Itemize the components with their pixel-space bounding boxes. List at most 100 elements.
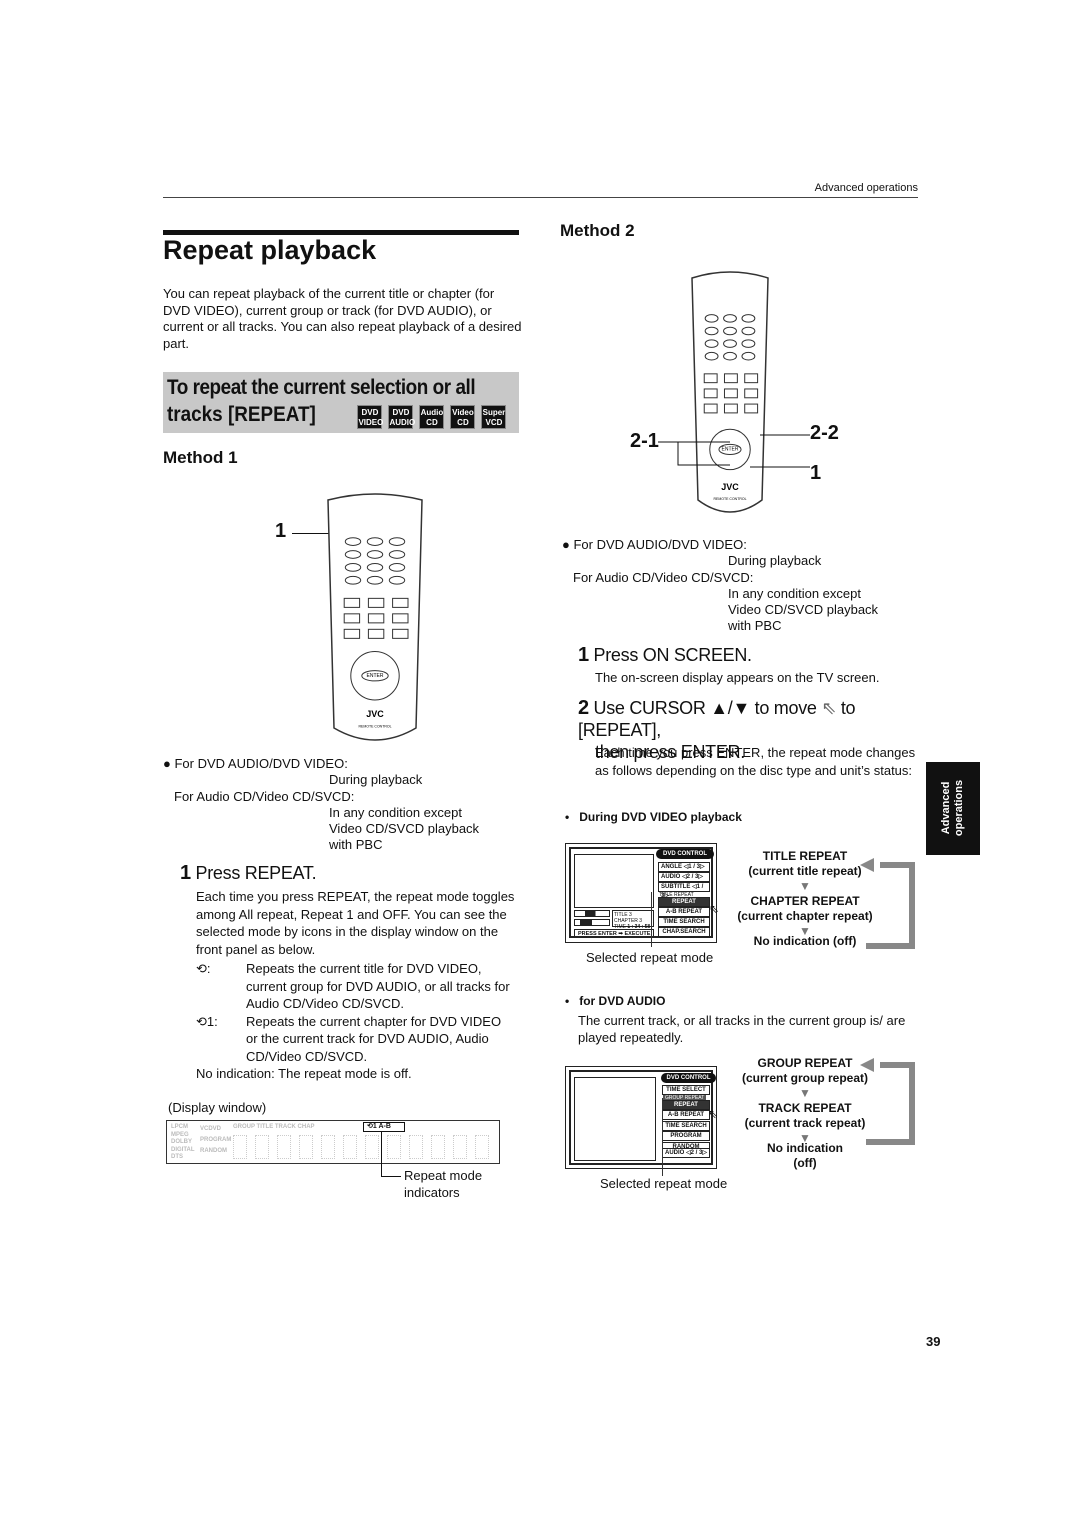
number-button [366, 537, 384, 546]
transport-button [392, 628, 409, 639]
number-button [723, 351, 737, 361]
icon-desc: Repeats the current chapter for DVD VIDE… [246, 1013, 502, 1064]
number-button [723, 326, 737, 336]
method1-heading: Method 1 [163, 448, 238, 467]
display-segment [387, 1135, 401, 1159]
method1-para: Each time you press REPEAT, the repeat m… [196, 889, 515, 957]
dvd-video-heading: • During DVD VIDEO playback [565, 810, 742, 824]
transport-button [392, 597, 409, 608]
transport-button [367, 597, 385, 608]
number-button [723, 314, 737, 323]
page-number: 39 [926, 1334, 941, 1349]
dvd-audio-desc: The current track, or all tracks in the … [578, 1013, 906, 1045]
loop-arrow [860, 858, 915, 949]
number-button [344, 575, 362, 585]
disc-badge: Video CD [450, 404, 476, 429]
indicator-line-h [381, 1176, 401, 1177]
number-button [704, 314, 719, 323]
condition-cd-when: In any condition except [329, 805, 462, 820]
dvd-control-osd-video: DVD CONTROL ANGLE ◁1 / 3▷ AUDIO ◁2 / 3▷ SU… [565, 843, 719, 943]
osd-title: DVD CONTROL [656, 849, 714, 859]
osd-button: A-B REPEAT [658, 907, 710, 917]
number-button [388, 550, 406, 559]
pointer-icon: ⇖ [821, 698, 837, 718]
display-segment [475, 1135, 489, 1159]
subsection-title-line2: tracks [REPEAT] [167, 403, 316, 426]
osd-bar [574, 910, 610, 917]
number-button [741, 314, 756, 323]
caption-line [662, 1098, 663, 1176]
dvd-audio-heading: • for DVD AUDIO [565, 994, 666, 1008]
number-button [704, 351, 719, 361]
method1-conditions: ● For DVD AUDIO/DVD VIDEO: During playba… [163, 756, 480, 852]
remote-control-illustration: ENTERJVCREMOTE CONTROL [691, 271, 769, 513]
number-button [741, 339, 756, 348]
condition-dvd-when: During playback [728, 553, 822, 568]
method2-heading: Method 2 [560, 221, 635, 240]
osd-menu-item: AUDIO ◁2 / 3▷ [658, 872, 710, 882]
condition-dvd: For DVD AUDIO/DVD VIDEO: [174, 756, 348, 771]
remote-label: REMOTE CONTROL [358, 724, 391, 728]
osd-button: TIME SEARCH [662, 1120, 710, 1131]
audio-setting: AUDIO ◁2 / 3▷ [662, 1148, 710, 1158]
display-indicator: MPEG [171, 1131, 189, 1138]
transport-button [367, 628, 385, 639]
jvc-logo: JVC [721, 482, 739, 492]
transport-button [744, 388, 759, 399]
number-button [366, 563, 384, 572]
transport-button [723, 388, 738, 399]
osd-bar [574, 919, 610, 926]
step1-desc: The on-screen display appears on the TV … [595, 670, 880, 685]
transport-button [723, 373, 738, 384]
osd-caption: Selected repeat mode [600, 1176, 728, 1191]
osd-footer: PRESS ENTER ➡ EXECUTE [574, 929, 654, 938]
condition-cd-when3: with PBC [329, 837, 383, 852]
disc-badge: Audio CD [419, 404, 445, 429]
number-button [741, 351, 756, 361]
transport-button [744, 403, 759, 414]
osd-button: REPEAT [658, 897, 710, 907]
repeat-one-icon: ⟲1: [196, 1013, 218, 1029]
transport-button [723, 403, 738, 414]
condition-dvd: For DVD AUDIO/DVD VIDEO: [573, 537, 747, 552]
display-indicator: DOLBY [171, 1139, 192, 1145]
osd-preview [574, 854, 654, 908]
running-header: Advanced operations [814, 182, 918, 194]
osd-button: REPEAT [662, 1099, 710, 1110]
repeat-all-icon: ⟲: [196, 961, 211, 976]
osd-button: TIME SEARCH [658, 917, 710, 927]
display-indicator: DTS [171, 1154, 183, 1160]
number-button [366, 575, 384, 585]
remote-control-illustration: ENTERJVCREMOTE CONTROL [327, 493, 423, 741]
header-rule [163, 197, 918, 198]
condition-cd-when2: Video CD/SVCD playback [728, 602, 879, 617]
display-segment [343, 1135, 357, 1159]
indicator-caption: Repeat mode indicators [404, 1168, 483, 1200]
display-segment [255, 1135, 269, 1159]
display-segment [431, 1135, 445, 1159]
page-title: Repeat playback [163, 235, 377, 265]
step-text: Use CURSOR ▲/▼ to move [593, 698, 817, 718]
method2-step1: 1 Press ON SCREEN. [578, 644, 752, 666]
condition-dvd-when: During playback [329, 772, 423, 787]
subsection-heading-box: To repeat the current selection or all t… [163, 372, 519, 433]
loop-arrow [860, 1058, 915, 1145]
osd-menu-item: ANGLE ◁1 / 3▷ [658, 862, 710, 872]
display-segment [453, 1135, 467, 1159]
number-button [344, 563, 362, 572]
display-segment [233, 1135, 247, 1159]
osd-preview [574, 1077, 656, 1161]
intro-text: You can repeat playback of the current t… [163, 286, 522, 351]
callout-lines [658, 434, 810, 468]
disc-badge: DVD VIDEO [357, 404, 383, 429]
osd-status: TITLE 3 CHAPTER 3 TIME 1 : 34 : 58 [612, 910, 654, 930]
transport-button [744, 373, 759, 384]
osd-menu-item: SUBTITLE ◁1 / 3▷ [658, 882, 710, 899]
step-text: Press ON SCREEN. [593, 645, 753, 665]
display-indicator: PROGRAM [200, 1137, 232, 1143]
display-top-labels: GROUP TITLE TRACK CHAP [233, 1124, 315, 1130]
number-button [741, 326, 756, 336]
osd-title: DVD CONTROL [661, 1073, 716, 1083]
disc-type-badges: DVD VIDEODVD AUDIOAudio CDVideo CDSuper VCD [351, 404, 507, 429]
display-segment [365, 1135, 379, 1159]
